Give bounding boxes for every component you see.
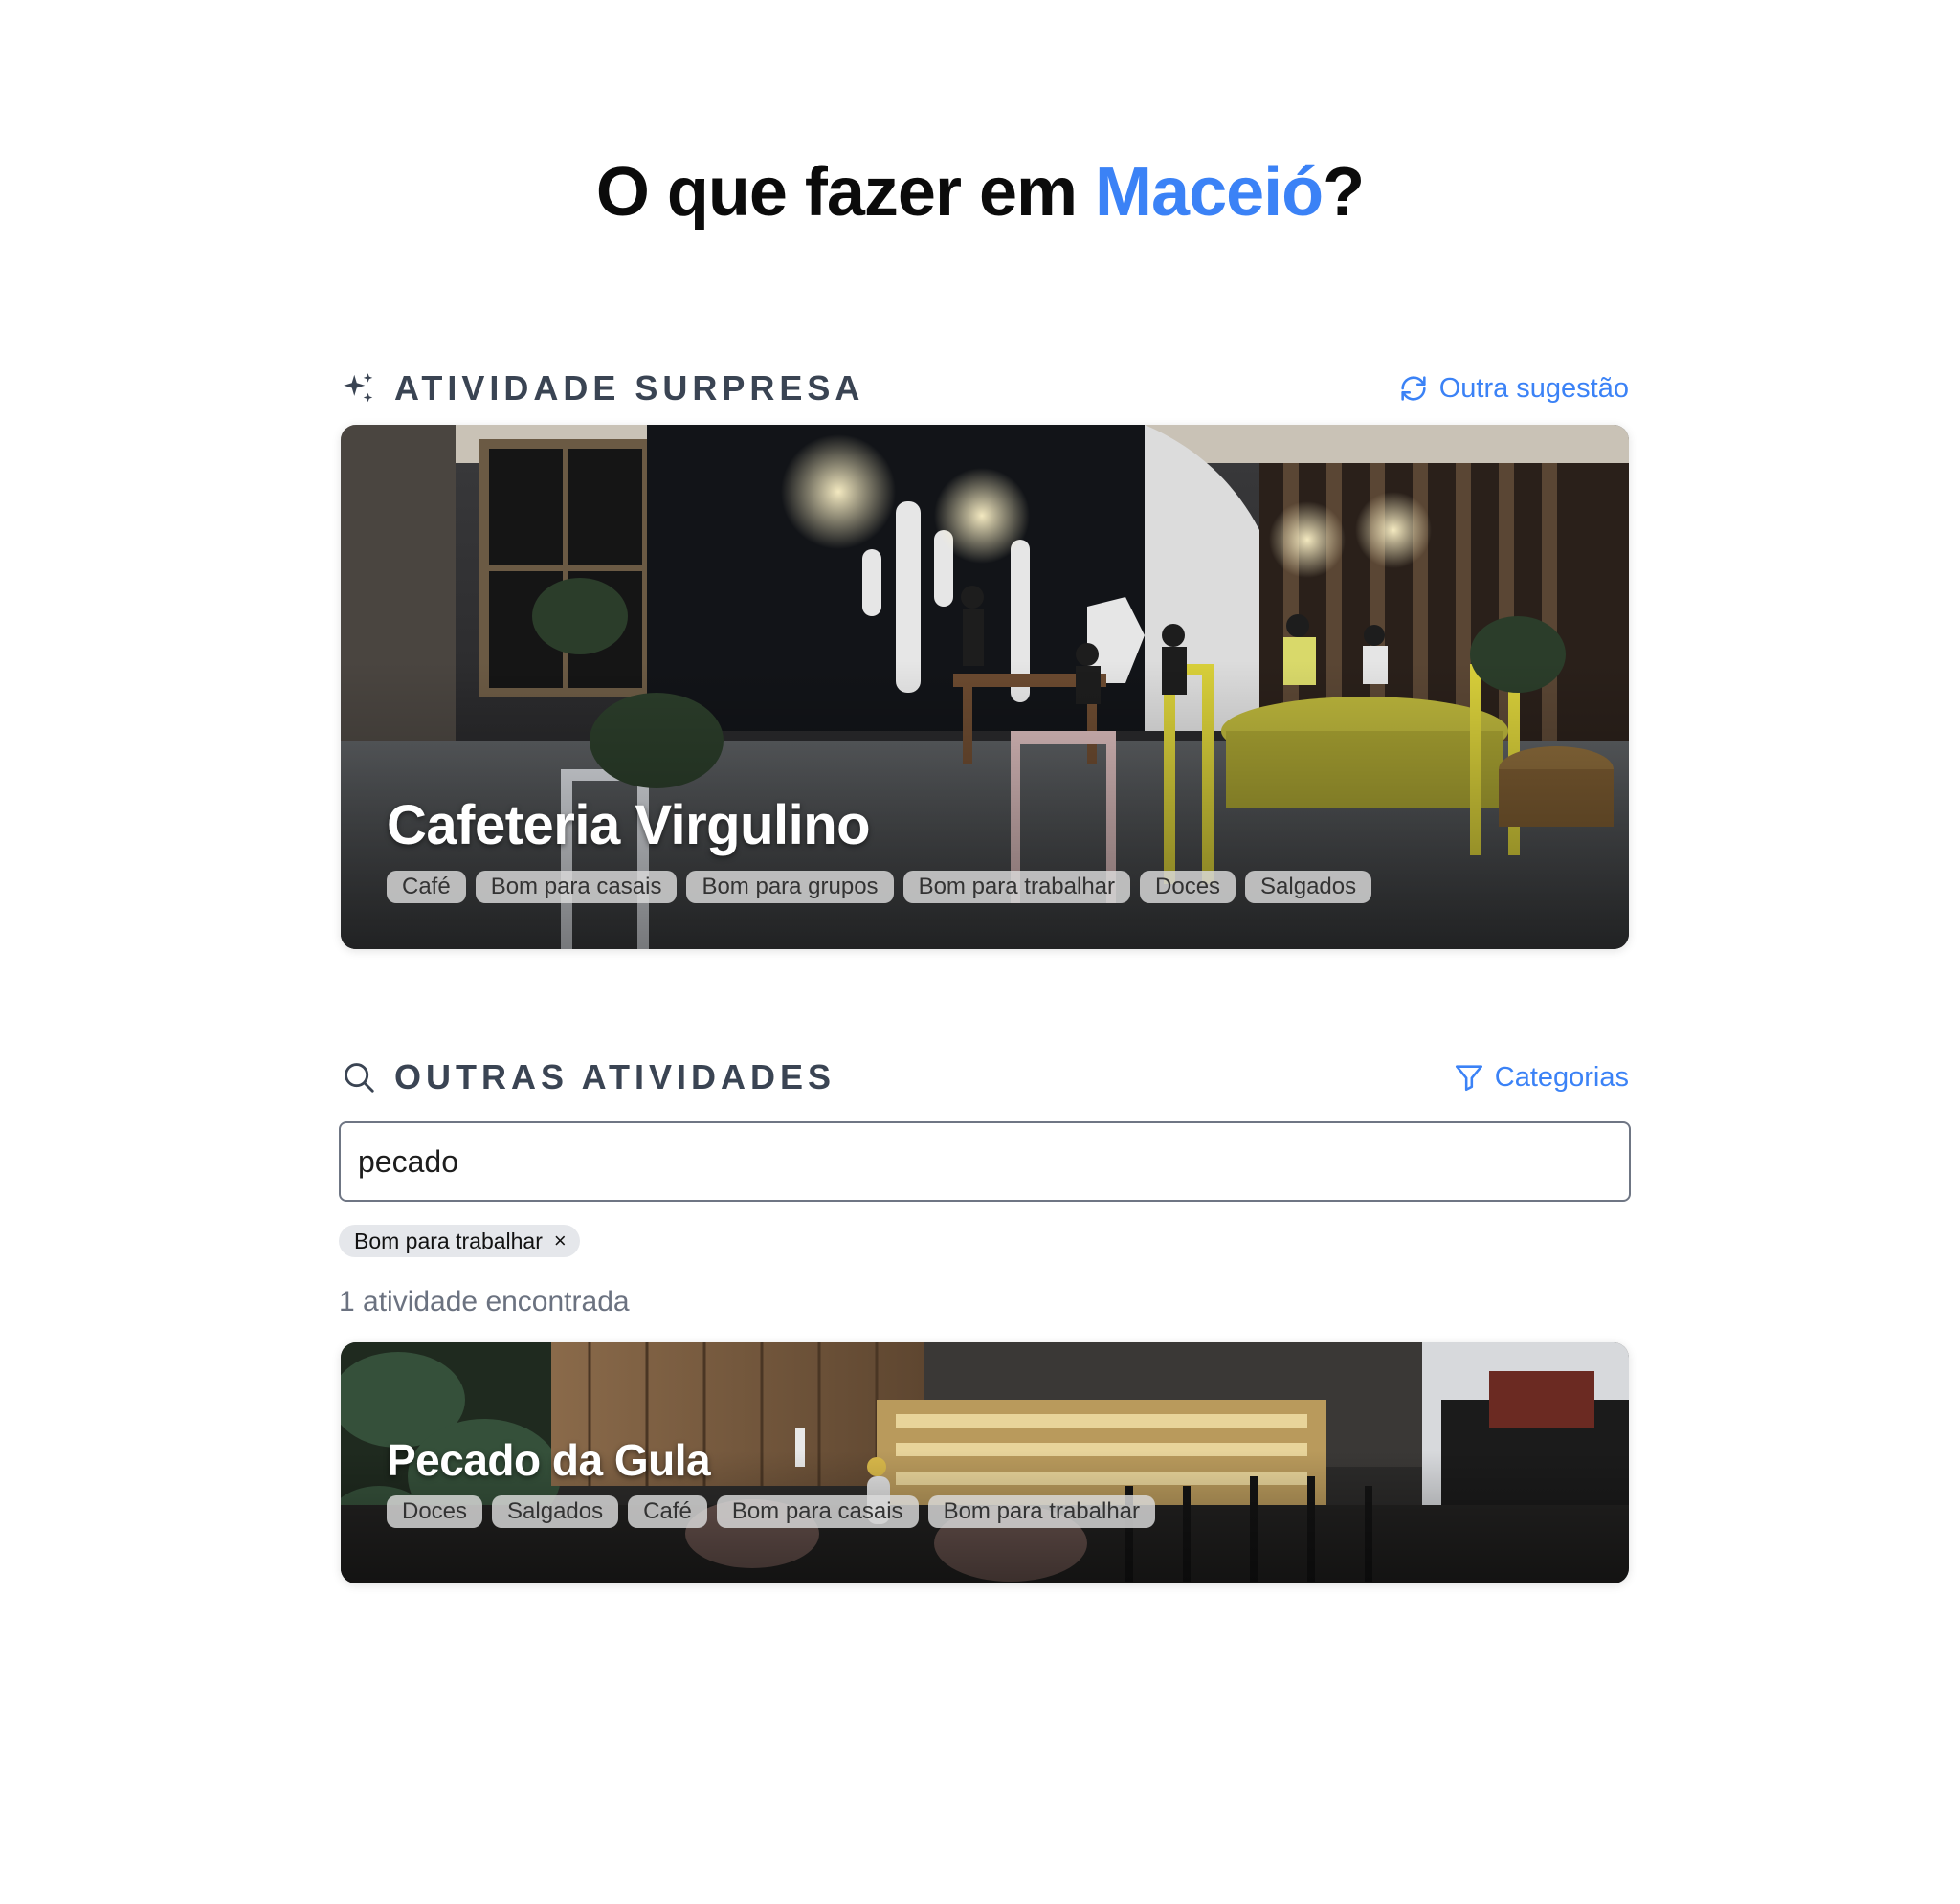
- page: O que fazer em Maceió? ATIVIDADE SURPRES…: [0, 0, 1960, 1904]
- other-activities-section-title: OUTRAS ATIVIDADES: [394, 1057, 836, 1096]
- surprise-activity-card[interactable]: Cafeteria Virgulino Café Bom para casais…: [341, 425, 1629, 949]
- activity-tag: Café: [387, 871, 466, 903]
- categories-label: Categorias: [1494, 1061, 1629, 1093]
- search-icon: [341, 1059, 377, 1096]
- other-activities-section-header: OUTRAS ATIVIDADES Categorias: [341, 1049, 1629, 1106]
- active-filter-chip: Bom para trabalhar ×: [339, 1225, 580, 1257]
- result-activity-tags: Doces Salgados Café Bom para casais Bom …: [387, 1495, 1156, 1528]
- activity-tag: Café: [628, 1495, 707, 1528]
- activity-tag: Bom para grupos: [686, 871, 894, 903]
- result-activity-name: Pecado da Gula: [387, 1435, 711, 1485]
- activity-tag: Bom para trabalhar: [902, 871, 1131, 903]
- page-title-suffix: ?: [1323, 154, 1365, 231]
- sparkles-icon: [341, 370, 377, 407]
- activity-tag: Bom para casais: [716, 1495, 919, 1528]
- activity-tag: Salgados: [492, 1495, 619, 1528]
- another-suggestion-button[interactable]: Outra sugestão: [1397, 372, 1629, 405]
- page-title-city: Maceió: [1095, 154, 1324, 231]
- search-input[interactable]: pecado: [339, 1121, 1631, 1202]
- result-activity-card[interactable]: Pecado da Gula Doces Salgados Café Bom p…: [341, 1342, 1629, 1583]
- remove-filter-icon[interactable]: ×: [554, 1229, 567, 1253]
- activity-tag: Salgados: [1245, 871, 1372, 903]
- surprise-activity-info: Cafeteria Virgulino Café Bom para casais…: [387, 793, 1372, 903]
- active-filter-label: Bom para trabalhar: [354, 1228, 543, 1253]
- surprise-activity-name: Cafeteria Virgulino: [387, 794, 871, 856]
- categories-button[interactable]: Categorias: [1453, 1061, 1629, 1094]
- activity-tag: Bom para trabalhar: [927, 1495, 1156, 1528]
- results-count: 1 atividade encontrada: [339, 1286, 630, 1317]
- page-title-prefix: O que fazer em: [595, 154, 1096, 231]
- result-activity-info: Pecado da Gula Doces Salgados Café Bom p…: [387, 1434, 1156, 1528]
- activity-tag: Bom para casais: [475, 871, 678, 903]
- another-suggestion-label: Outra sugestão: [1438, 372, 1629, 404]
- filter-icon: [1453, 1061, 1485, 1094]
- surprise-section-header: ATIVIDADE SURPRESA Outra sugestão: [341, 360, 1629, 417]
- refresh-icon: [1397, 372, 1430, 405]
- activity-tag: Doces: [1140, 871, 1236, 903]
- page-title: O que fazer em Maceió?: [0, 153, 1960, 232]
- surprise-activity-tags: Café Bom para casais Bom para grupos Bom…: [387, 871, 1372, 903]
- surprise-section-title: ATIVIDADE SURPRESA: [394, 368, 865, 408]
- activity-tag: Doces: [387, 1495, 483, 1528]
